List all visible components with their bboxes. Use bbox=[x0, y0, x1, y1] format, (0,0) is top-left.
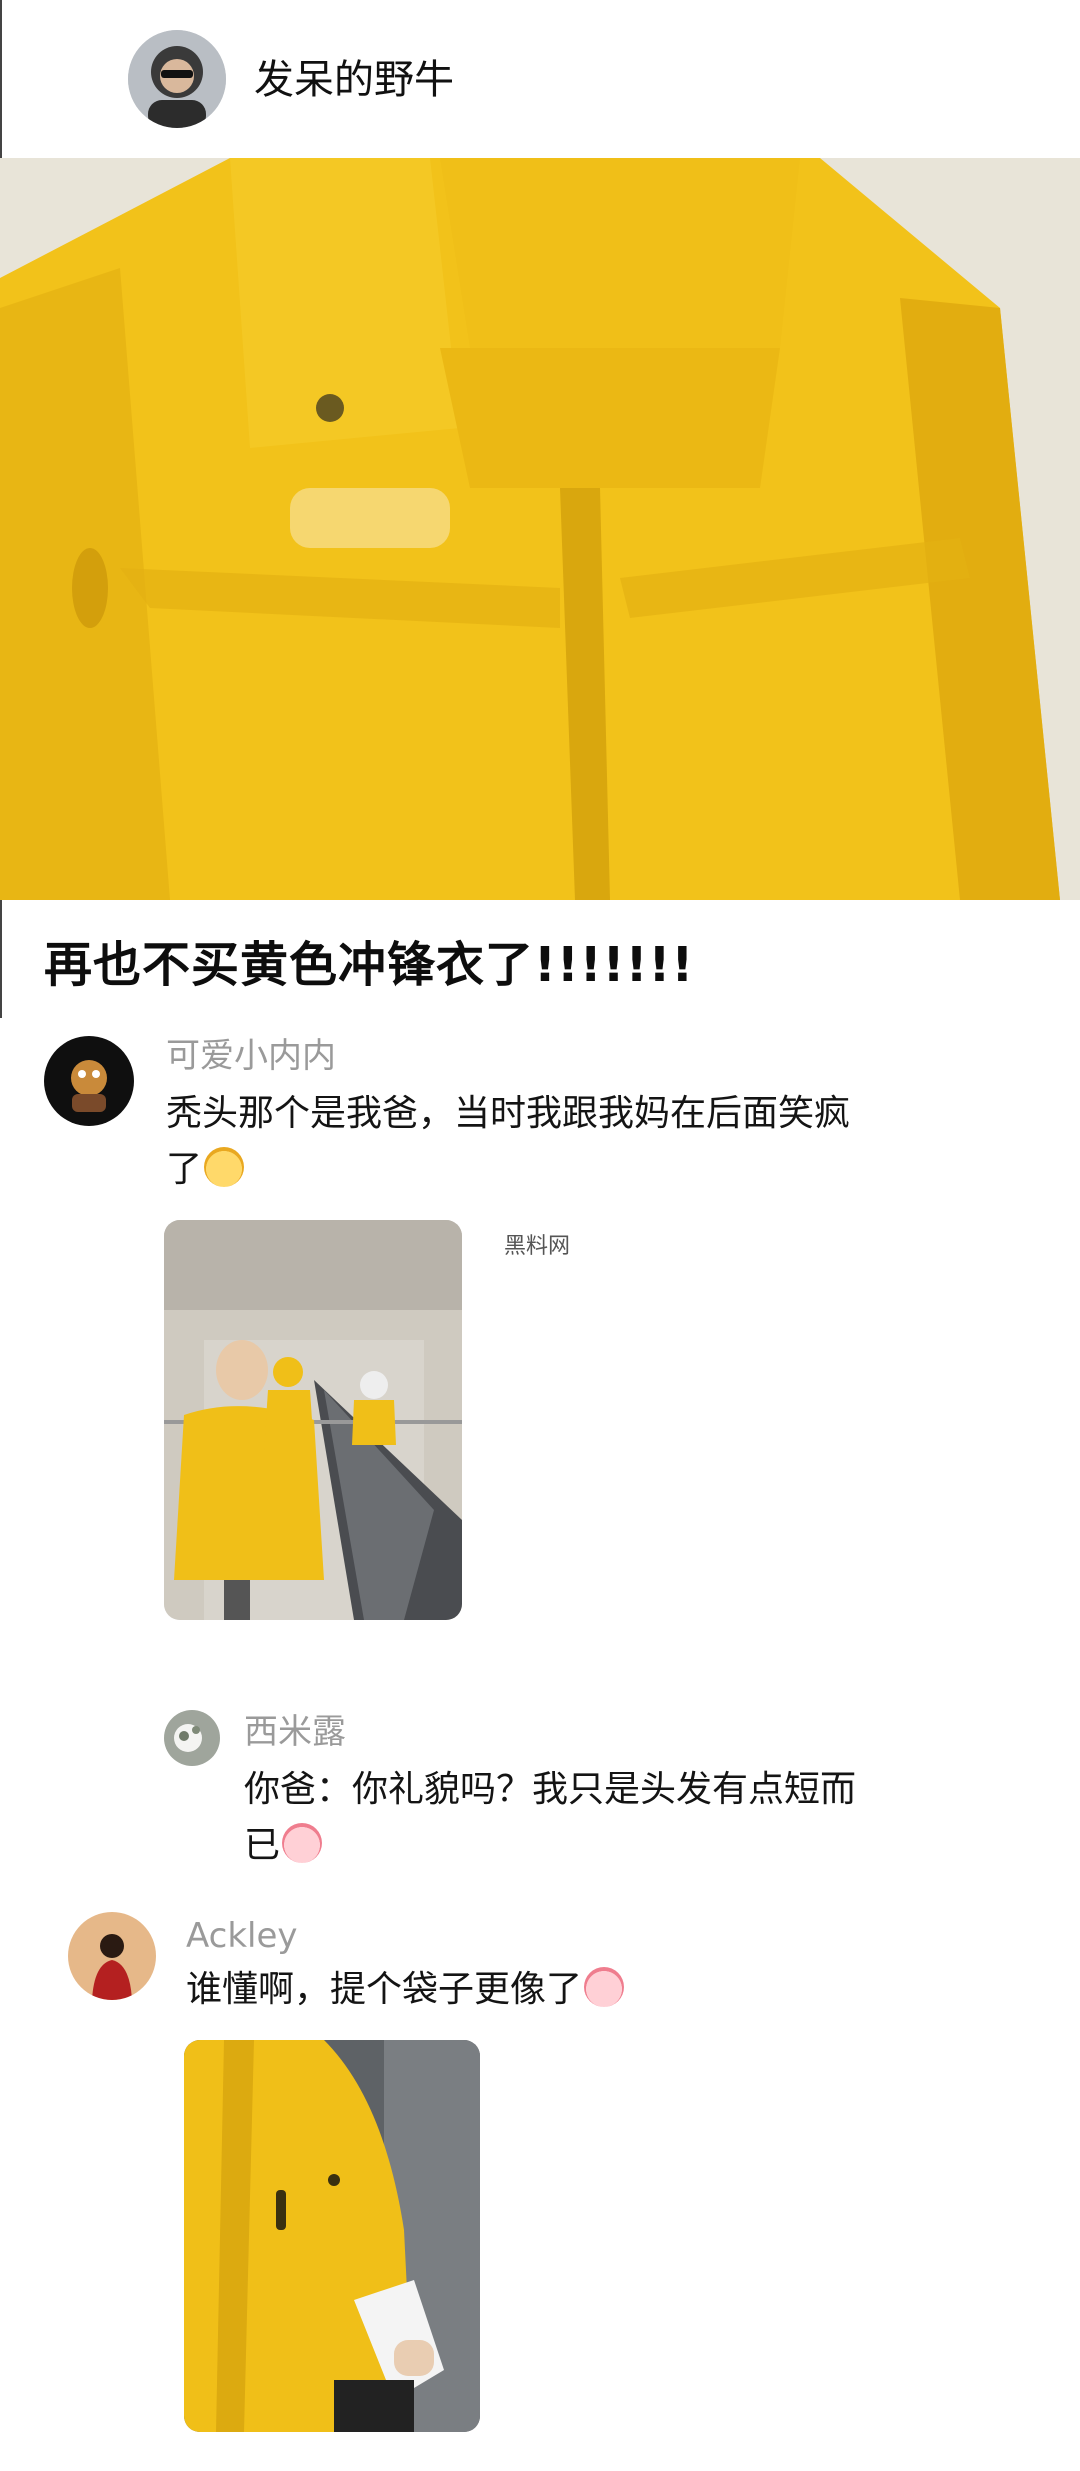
comment-body: 秃头那个是我爸，当时我跟我妈在后面笑疯了 bbox=[166, 1093, 851, 1190]
yellow-jacket-photo[interactable] bbox=[0, 158, 1080, 900]
post-title: 再也不买黄色冲锋衣了!!!!!!! bbox=[44, 937, 695, 993]
replier-avatar[interactable] bbox=[164, 1710, 220, 1766]
comment-text-ackley: 谁懂啊，提个袋子更像了 bbox=[186, 1962, 886, 2018]
crying-face-emoji-icon bbox=[584, 1967, 625, 2007]
commenter-name[interactable]: 可爱小内内 bbox=[166, 1034, 336, 1078]
commenter-avatar[interactable] bbox=[44, 1036, 134, 1126]
comment-body-ackley: 谁懂啊，提个袋子更像了 bbox=[186, 1969, 583, 2010]
commenter-name-ackley[interactable]: Ackley bbox=[186, 1914, 298, 1958]
commenter-avatar-ackley[interactable] bbox=[68, 1912, 156, 2000]
reply-body: 你爸：你礼貌吗？我只是头发有点短而已 bbox=[244, 1769, 857, 1866]
watermark-text: 黑料网 bbox=[504, 1234, 571, 1259]
replier-name[interactable]: 西米露 bbox=[244, 1710, 346, 1754]
crying-face-emoji-icon bbox=[282, 1823, 323, 1863]
smiling-face-emoji-icon bbox=[204, 1147, 245, 1187]
jacket-with-bag-photo[interactable] bbox=[184, 2040, 480, 2432]
escalator-photo[interactable] bbox=[164, 1220, 462, 1620]
comment-text: 秃头那个是我爸，当时我跟我妈在后面笑疯了 bbox=[166, 1086, 866, 1198]
author-avatar[interactable] bbox=[128, 30, 226, 128]
reply-text: 你爸：你礼貌吗？我只是头发有点短而已 bbox=[244, 1762, 864, 1874]
author-name[interactable]: 发呆的野牛 bbox=[254, 50, 454, 110]
